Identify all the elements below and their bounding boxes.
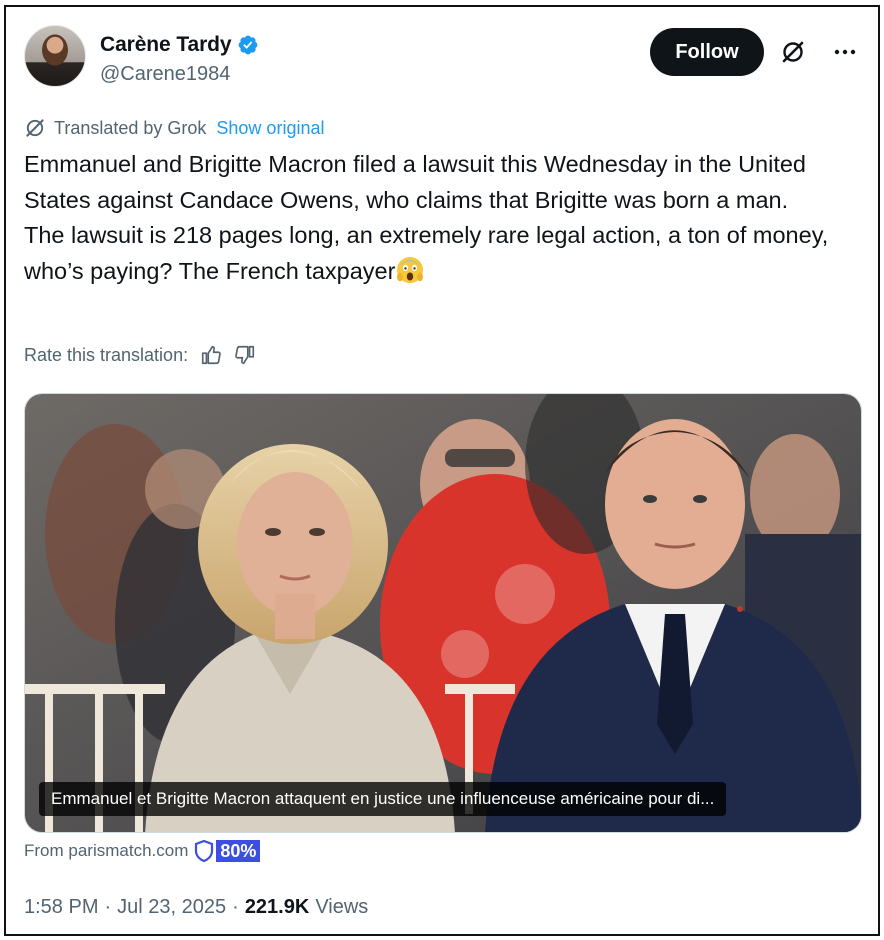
grok-glyph-icon	[782, 41, 804, 63]
rate-translation-label: Rate this translation:	[24, 344, 189, 365]
source-label[interactable]: From parismatch.com	[24, 841, 188, 861]
grok-small-icon	[26, 119, 44, 137]
shield-icon	[195, 840, 214, 862]
author-name-row: Carène Tardy	[100, 33, 259, 57]
tweet-paragraph-1: Emmanuel and Brigitte Macron filed a law…	[24, 151, 806, 213]
tweet-card: Carène Tardy @Carene1984 Follow Translat…	[4, 5, 880, 936]
views-count: 221.9K	[244, 896, 310, 918]
tweet-date[interactable]: Jul 23, 2025	[117, 896, 226, 919]
grok-icon[interactable]	[778, 37, 808, 67]
author-display-name[interactable]: Carène Tardy	[100, 33, 232, 57]
rate-translation-row: Rate this translation:	[24, 344, 256, 366]
ellipsis-icon	[834, 49, 856, 55]
translation-notice: Translated by Grok Show original	[24, 117, 324, 139]
media-card[interactable]: Emmanuel et Brigitte Macron attaquent en…	[24, 393, 862, 833]
tweet-paragraph-2-wrap: The lawsuit is 218 pages long, an extrem…	[24, 218, 844, 289]
credibility-score: 80%	[194, 840, 261, 862]
screaming-face-emoji-icon	[397, 256, 424, 283]
meta-separator: ·	[232, 896, 239, 918]
follow-button[interactable]: Follow	[650, 28, 764, 76]
tweet-time[interactable]: 1:58 PM	[24, 896, 98, 919]
author-handle[interactable]: @Carene1984	[100, 63, 230, 86]
score-value: 80%	[216, 840, 261, 862]
media-caption: Emmanuel et Brigitte Macron attaquent en…	[39, 782, 727, 816]
verified-badge-icon	[239, 35, 258, 55]
show-original-link[interactable]: Show original	[216, 118, 324, 139]
source-row: From parismatch.com 80%	[24, 840, 261, 862]
thumbs-up-icon[interactable]	[200, 344, 222, 366]
tweet-header: Carène Tardy @Carene1984 Follow	[24, 25, 860, 95]
author-avatar[interactable]	[24, 25, 86, 87]
more-icon[interactable]	[830, 37, 860, 67]
thumbs-down-icon[interactable]	[234, 344, 256, 366]
tweet-body: Emmanuel and Brigitte Macron filed a law…	[24, 147, 844, 289]
views-label: Views	[315, 896, 369, 918]
tweet-paragraph-2: The lawsuit is 218 pages long, an extrem…	[24, 222, 829, 284]
meta-separator: ·	[104, 896, 112, 918]
news-photo	[25, 394, 861, 832]
translated-by-label: Translated by Grok	[54, 117, 207, 138]
tweet-meta: 1:58 PM · Jul 23, 2025 · 221.9K Views	[24, 896, 368, 919]
